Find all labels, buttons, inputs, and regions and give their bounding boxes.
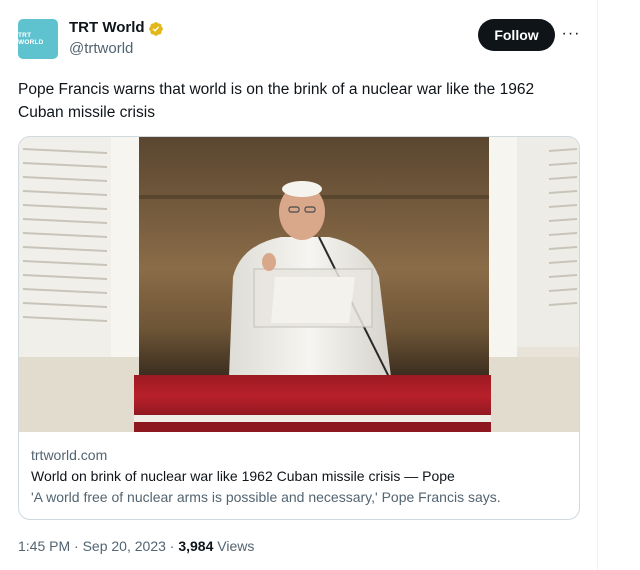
column-divider	[597, 0, 598, 570]
follow-button[interactable]: Follow	[478, 19, 555, 51]
meta-separator: ·	[74, 538, 79, 554]
link-card[interactable]: trtworld.com World on brink of nuclear w…	[18, 136, 580, 520]
tweet-metadata: 1:45 PM · Sep 20, 2023 · 3,984 Views	[18, 538, 254, 554]
views-count: 3,984	[178, 538, 214, 554]
verified-badge-icon	[149, 22, 163, 36]
tweet-time[interactable]: 1:45 PM	[18, 538, 70, 554]
article-photo[interactable]	[19, 137, 579, 432]
more-options-icon[interactable]: ···	[559, 24, 583, 44]
meta-separator: ·	[169, 538, 175, 554]
account-name[interactable]: TRT World	[69, 19, 145, 36]
tweet-text: Pope Francis warns that world is on the …	[18, 81, 535, 121]
tweet-date[interactable]: Sep 20, 2023	[83, 538, 166, 554]
card-title[interactable]: World on brink of nuclear war like 1962 …	[31, 468, 455, 484]
account-handle[interactable]: @trtworld	[69, 40, 133, 57]
avatar-logo-text: TRT WORLD	[18, 32, 44, 46]
avatar[interactable]: TRT WORLD	[18, 19, 58, 59]
card-description: 'A world free of nuclear arms is possibl…	[31, 489, 501, 505]
views-label: Views	[217, 538, 255, 554]
card-domain: trtworld.com	[31, 447, 108, 463]
